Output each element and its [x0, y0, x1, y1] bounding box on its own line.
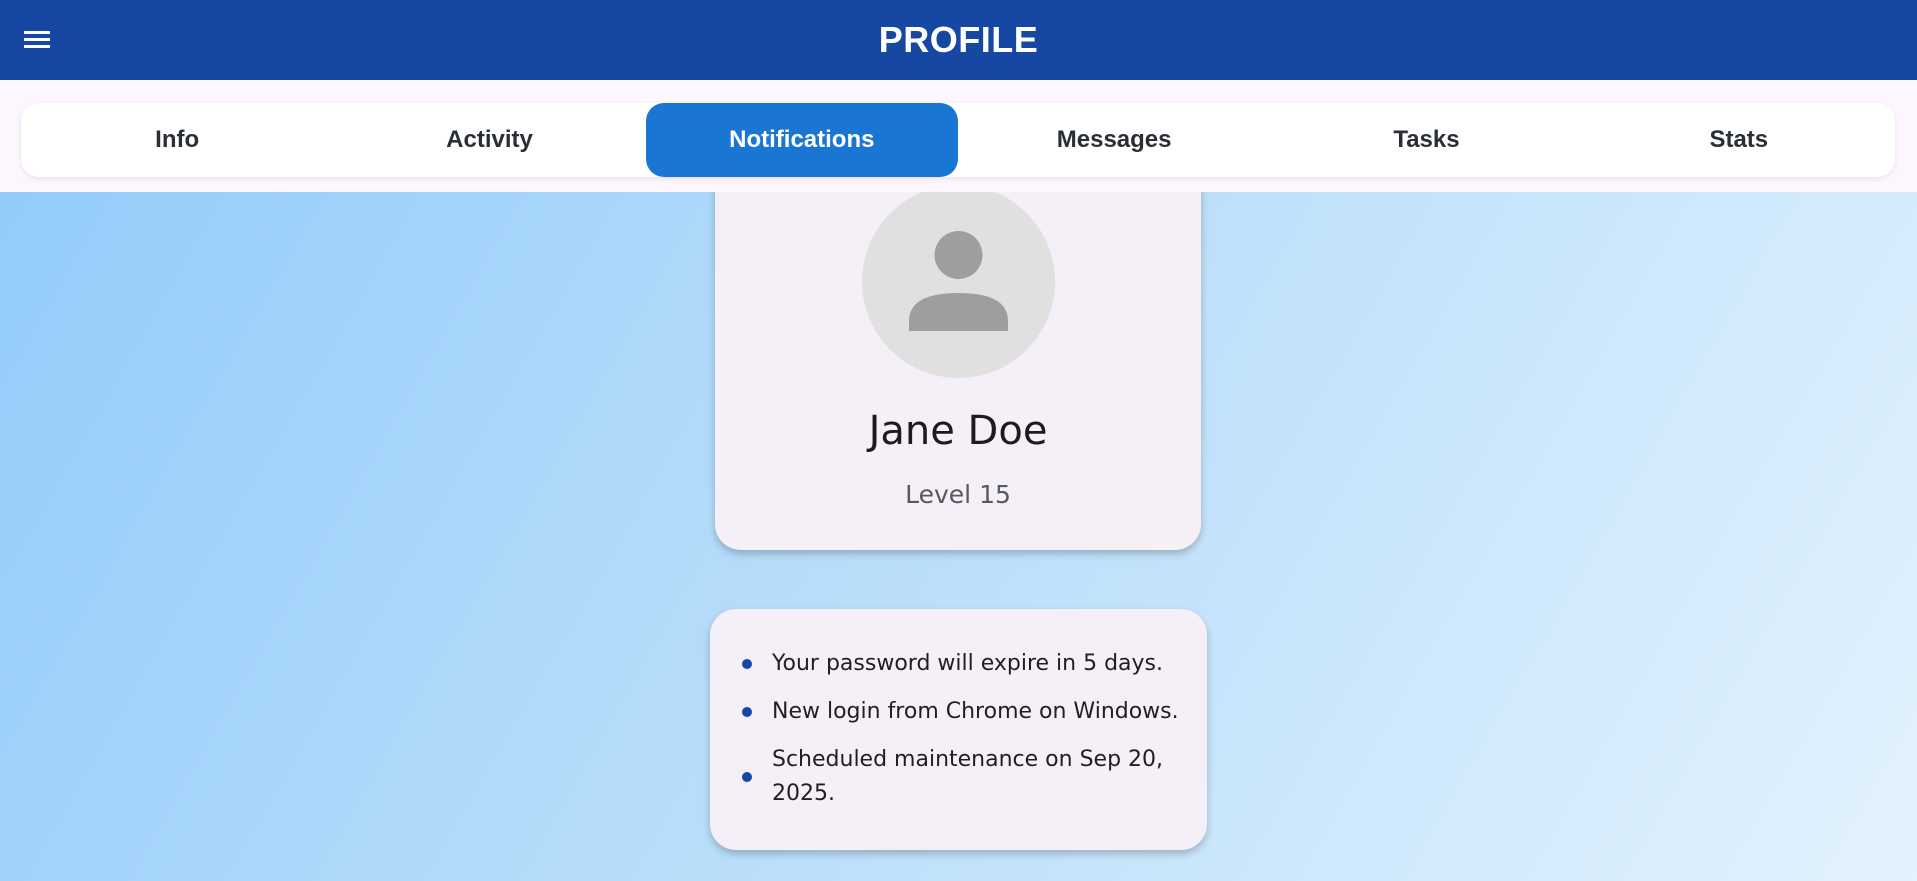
- notification-item: Your password will expire in 5 days.: [742, 647, 1182, 681]
- bullet-icon: [742, 707, 752, 717]
- profile-level: Level 15: [905, 480, 1011, 509]
- notification-item: Scheduled maintenance on Sep 20, 2025.: [742, 743, 1182, 811]
- bullet-icon: [742, 659, 752, 669]
- tab-bar: Info Activity Notifications Messages Tas…: [21, 103, 1895, 177]
- tab-strip: Info Activity Notifications Messages Tas…: [0, 80, 1917, 192]
- tab-stats[interactable]: Stats: [1583, 103, 1895, 177]
- notification-item: New login from Chrome on Windows.: [742, 695, 1182, 729]
- tab-activity[interactable]: Activity: [333, 103, 645, 177]
- avatar: [862, 185, 1055, 378]
- tab-tasks[interactable]: Tasks: [1270, 103, 1582, 177]
- notification-text: Scheduled maintenance on Sep 20, 2025.: [772, 747, 1164, 806]
- tab-messages[interactable]: Messages: [958, 103, 1270, 177]
- tab-notifications[interactable]: Notifications: [645, 103, 958, 177]
- app-bar: PROFILE: [0, 0, 1917, 80]
- bullet-icon: [742, 772, 752, 782]
- person-icon: [909, 231, 1008, 331]
- profile-name: Jane Doe: [868, 408, 1048, 454]
- notifications-card: Your password will expire in 5 days. New…: [710, 609, 1207, 850]
- profile-card: Jane Doe Level 15: [715, 150, 1201, 550]
- notification-text: New login from Chrome on Windows.: [772, 699, 1179, 724]
- page-title: PROFILE: [878, 19, 1039, 60]
- notification-text: Your password will expire in 5 days.: [772, 651, 1164, 676]
- tab-info[interactable]: Info: [21, 103, 333, 177]
- hamburger-menu-icon[interactable]: [22, 26, 52, 52]
- notification-list: Your password will expire in 5 days. New…: [742, 647, 1182, 811]
